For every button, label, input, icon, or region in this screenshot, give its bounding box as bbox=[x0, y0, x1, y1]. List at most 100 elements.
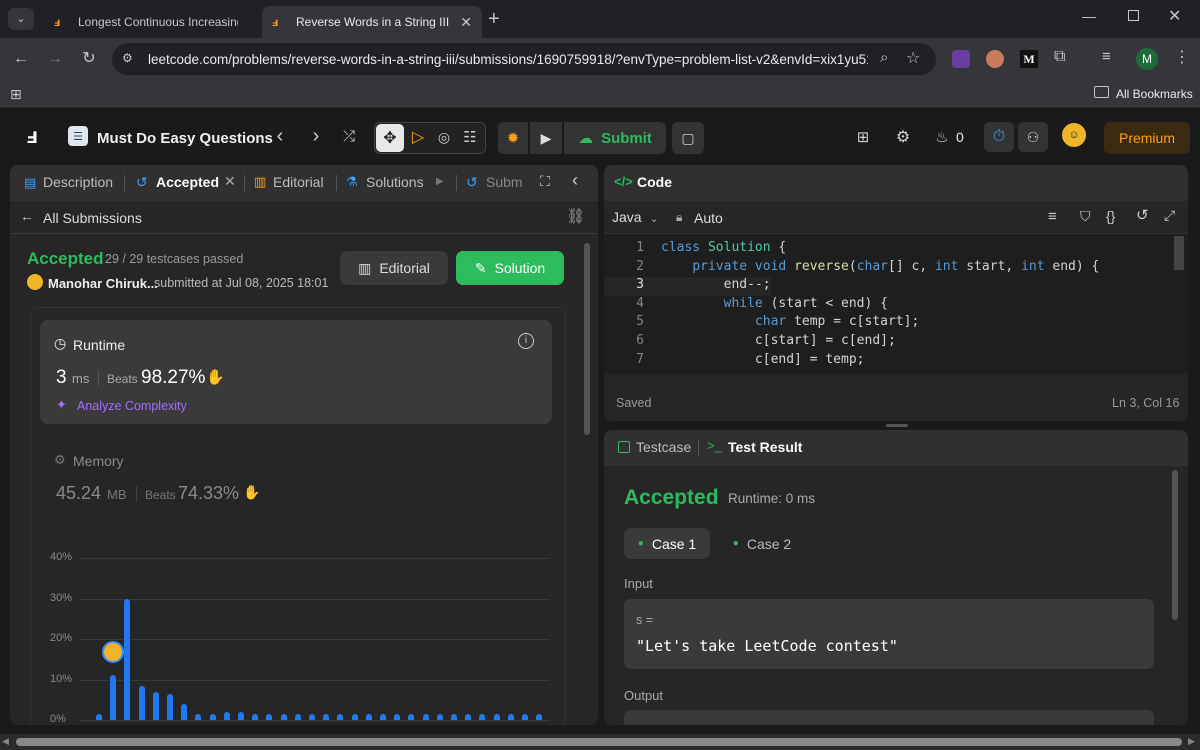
profile-avatar[interactable]: M bbox=[1136, 48, 1158, 70]
chart-bar[interactable] bbox=[110, 675, 117, 720]
settings-sliders-icon[interactable]: ☷ bbox=[458, 125, 482, 149]
tab-editorial[interactable]: Editorial bbox=[273, 174, 324, 190]
chart-bar[interactable] bbox=[337, 713, 344, 720]
chart-bar[interactable] bbox=[96, 713, 102, 720]
code-line[interactable]: 6 c[start] = c[end]; bbox=[604, 333, 896, 352]
bookmark-icon[interactable]: ⛉ bbox=[1080, 208, 1091, 225]
auto-mode[interactable]: Auto bbox=[694, 210, 723, 226]
extension-owl-icon[interactable] bbox=[986, 50, 1004, 68]
back-arrow-icon[interactable]: ← bbox=[20, 208, 34, 224]
browser-menu-icon[interactable]: ⋮ bbox=[1174, 47, 1190, 67]
share-link-icon[interactable]: ⛓ bbox=[566, 207, 585, 225]
chart-bar[interactable] bbox=[280, 713, 287, 720]
problem-list-icon[interactable]: ☰ bbox=[68, 126, 88, 146]
chart-bar[interactable] bbox=[422, 713, 429, 720]
braces-icon[interactable]: {} bbox=[1106, 208, 1115, 224]
your-submission-avatar-marker[interactable] bbox=[102, 641, 125, 664]
chart-bar[interactable] bbox=[479, 713, 486, 720]
chart-bar[interactable] bbox=[451, 713, 457, 720]
tab-testcase[interactable]: Testcase bbox=[636, 439, 691, 455]
browser-tab-active[interactable]: ⅎ Reverse Words in a String III - Le ✕ bbox=[262, 6, 482, 38]
back-icon[interactable]: ← bbox=[10, 48, 32, 70]
chart-bar[interactable] bbox=[309, 713, 315, 720]
chart-bar[interactable] bbox=[223, 711, 230, 720]
all-submissions-link[interactable]: All Submissions bbox=[43, 210, 142, 226]
info-icon[interactable]: i bbox=[518, 333, 534, 349]
medium-extension-icon[interactable]: M bbox=[1020, 50, 1038, 68]
right-arrow-icon[interactable]: ▶ bbox=[1188, 736, 1195, 747]
page-horizontal-scrollbar[interactable]: ◀ ▶ bbox=[0, 734, 1200, 750]
submit-button[interactable]: ☁ Submit bbox=[564, 122, 666, 154]
forward-icon[interactable]: → bbox=[44, 48, 66, 70]
code-line[interactable]: 1 class Solution { bbox=[604, 240, 786, 259]
chart-bar[interactable] bbox=[365, 713, 372, 720]
shuffle-icon[interactable]: ⤮ bbox=[338, 126, 360, 146]
left-arrow-icon[interactable]: ◀ bbox=[2, 736, 9, 747]
move-icon[interactable]: ✥ bbox=[376, 124, 404, 152]
resize-handle[interactable] bbox=[886, 424, 908, 427]
maximize-icon[interactable]: ⛶ bbox=[540, 173, 550, 190]
case-1-tab[interactable]: ● Case 1 bbox=[624, 528, 710, 559]
chart-bar[interactable] bbox=[294, 713, 301, 720]
debug-icon[interactable]: ✹ bbox=[498, 122, 528, 154]
chart-bar[interactable] bbox=[238, 711, 244, 720]
reload-icon[interactable]: ↻ bbox=[78, 48, 100, 70]
site-info-icon[interactable]: ⚙ bbox=[122, 51, 133, 65]
close-tab-icon[interactable]: ✕ bbox=[460, 14, 472, 31]
zoom-icon[interactable]: ⌕ bbox=[880, 49, 888, 66]
apps-grid-icon[interactable]: ⊞ bbox=[10, 86, 22, 103]
editor-scrollbar[interactable] bbox=[1174, 236, 1184, 270]
chart-bar[interactable] bbox=[536, 713, 543, 720]
expand-icon[interactable]: ⤢ bbox=[1164, 207, 1175, 224]
chart-bar[interactable] bbox=[152, 691, 159, 720]
streak-fire-icon[interactable]: ♨ bbox=[932, 126, 952, 148]
chart-bar[interactable] bbox=[209, 713, 216, 720]
all-bookmarks-link[interactable]: All Bookmarks bbox=[1116, 87, 1193, 101]
leetcode-logo-icon[interactable]: ⅎ bbox=[20, 123, 44, 148]
chart-bar[interactable] bbox=[195, 713, 202, 720]
chart-bar[interactable] bbox=[507, 713, 514, 720]
chart-bar[interactable] bbox=[436, 713, 443, 720]
language-select[interactable]: Java ⌄ bbox=[612, 209, 659, 225]
result-scrollbar[interactable] bbox=[1172, 470, 1178, 620]
problem-list-title[interactable]: Must Do Easy Questions bbox=[97, 130, 273, 147]
prev-problem-icon[interactable]: ‹ bbox=[270, 125, 290, 147]
settings-gear-icon[interactable]: ⚙ bbox=[892, 126, 914, 148]
user-avatar[interactable]: ☺ bbox=[1062, 123, 1086, 147]
tab-description[interactable]: Description bbox=[43, 174, 113, 190]
chart-bar[interactable] bbox=[138, 685, 145, 720]
tab-submissions[interactable]: Subm bbox=[486, 174, 523, 190]
chart-bar[interactable] bbox=[465, 713, 472, 720]
user-name[interactable]: Manohar Chiruk... bbox=[48, 276, 158, 291]
timer-icon[interactable]: ⏱ bbox=[984, 122, 1014, 152]
restore-icon[interactable] bbox=[1128, 10, 1139, 21]
scroll-thumb[interactable] bbox=[16, 738, 1182, 746]
analyze-complexity-link[interactable]: Analyze Complexity bbox=[77, 399, 187, 413]
run-icon[interactable]: ▶ bbox=[530, 122, 562, 154]
chart-bar[interactable] bbox=[493, 713, 500, 720]
chart-bar[interactable] bbox=[323, 713, 330, 720]
extensions-puzzle-icon[interactable]: ⧉ bbox=[1054, 48, 1065, 66]
chart-bar[interactable] bbox=[167, 693, 173, 720]
browser-tab[interactable]: ⅎ Longest Continuous Increasing bbox=[44, 6, 260, 38]
runtime-card[interactable]: ◷ Runtime i 3 ms Beats 98.27% ✋ ✦ Analyz… bbox=[40, 320, 552, 424]
code-editor[interactable]: 1 class Solution {2 private void reverse(… bbox=[604, 234, 1188, 374]
premium-button[interactable]: Premium bbox=[1104, 122, 1190, 154]
reset-icon[interactable]: ↺ bbox=[1136, 206, 1149, 224]
close-tab-icon[interactable]: ✕ bbox=[224, 173, 236, 190]
left-scrollbar[interactable] bbox=[584, 243, 590, 435]
layout-icon[interactable]: ⊞ bbox=[852, 126, 874, 148]
code-line[interactable]: 4 while (start < end) { bbox=[604, 296, 888, 315]
notes-icon[interactable]: ▢ bbox=[672, 122, 704, 154]
chart-bar[interactable] bbox=[522, 713, 528, 720]
case-2-tab[interactable]: ● Case 2 bbox=[722, 528, 802, 559]
code-line[interactable]: 3 end--; bbox=[604, 277, 771, 296]
address-bar[interactable]: ⚙ leetcode.com/problems/reverse-words-in… bbox=[112, 43, 936, 75]
tab-solutions[interactable]: Solutions bbox=[366, 174, 424, 190]
add-friend-icon[interactable]: ⚇ bbox=[1018, 122, 1048, 152]
extension-icon[interactable] bbox=[952, 50, 970, 68]
hide-icon[interactable]: ◎ bbox=[432, 125, 456, 149]
format-icon[interactable]: ≡ bbox=[1048, 208, 1057, 225]
chart-bar[interactable] bbox=[266, 713, 273, 720]
chart-bar[interactable] bbox=[252, 713, 259, 720]
